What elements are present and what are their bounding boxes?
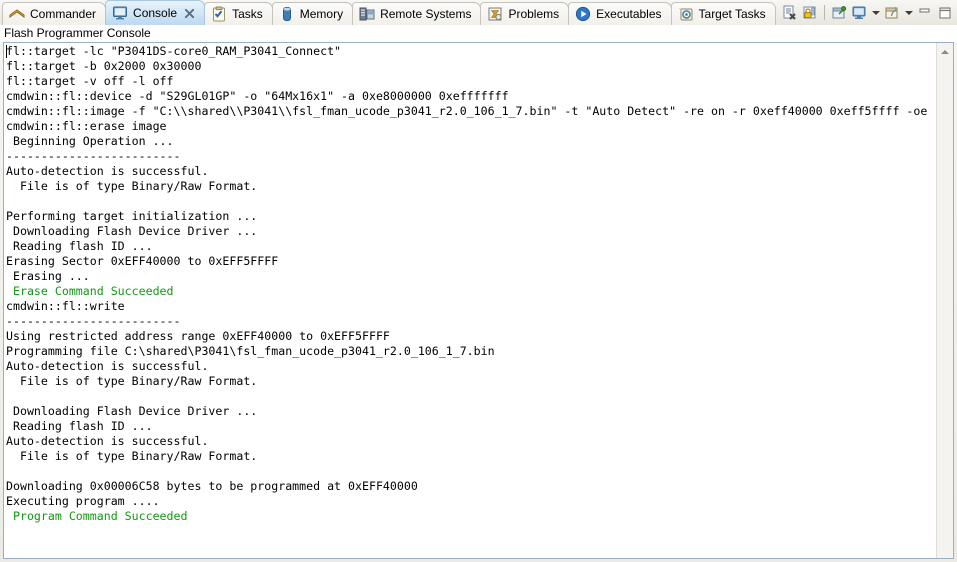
console-line: Auto-detection is successful. — [6, 164, 209, 178]
maximize-icon[interactable] — [935, 3, 955, 23]
tab-remote-systems[interactable]: Remote Systems — [352, 2, 482, 25]
tab-label: Target Tasks — [698, 7, 766, 21]
tab-label: Tasks — [232, 7, 263, 21]
console-line: Program Command Succeeded — [6, 509, 188, 523]
remote-systems-icon — [359, 6, 380, 22]
console-line: Reading flash ID ... — [6, 239, 153, 253]
pin-console-icon[interactable] — [829, 3, 849, 23]
console-line: cmdwin::fl::write — [6, 299, 125, 313]
scroll-track[interactable] — [937, 60, 953, 541]
console-frame: fl::target -lc "P3041DS-core0_RAM_P3041_… — [3, 42, 954, 559]
console-line: Erasing Sector 0xEFF40000 to 0xEFF5FFFF — [6, 254, 279, 268]
console-line: Downloading 0x00006C58 bytes to be progr… — [6, 479, 418, 493]
toolbar-separator — [824, 5, 825, 20]
tab-tasks[interactable]: Tasks — [204, 2, 273, 25]
console-output[interactable]: fl::target -lc "P3041DS-core0_RAM_P3041_… — [4, 43, 936, 558]
console-line: Erase Command Succeeded — [6, 284, 174, 298]
target-tasks-icon — [678, 6, 699, 22]
tab-console[interactable]: Console — [105, 0, 206, 25]
scroll-up-button[interactable] — [937, 43, 953, 60]
commander-icon — [9, 6, 30, 22]
console-line: cmdwin::fl::device -d "S29GL01GP" -o "64… — [6, 89, 509, 103]
console-line: Programming file C:\shared\P3041\fsl_fma… — [6, 344, 495, 358]
console-line: Erasing ... — [6, 269, 90, 283]
console-line: Performing target initialization ... — [6, 209, 258, 223]
minimize-icon[interactable] — [915, 3, 935, 23]
console-line: fl::target -v off -l off — [6, 74, 174, 88]
tab-label: Console — [133, 6, 178, 20]
problems-icon — [487, 6, 508, 22]
console-line: Reading flash ID ... — [6, 419, 153, 433]
console-line: Auto-detection is successful. — [6, 434, 209, 448]
console-line: ------------------------- — [6, 149, 181, 163]
console-line: Auto-detection is successful. — [6, 359, 209, 373]
view-title: Flash Programmer Console — [0, 25, 957, 42]
console-line: Beginning Operation ... — [6, 134, 174, 148]
display-console-icon[interactable] — [849, 3, 869, 23]
tab-label: Commander — [30, 7, 97, 21]
console-line: File is of type Binary/Raw Format. — [6, 374, 258, 388]
tab-problems[interactable]: Problems — [480, 2, 570, 25]
tab-memory[interactable]: Memory — [271, 2, 354, 25]
console-toolbar — [780, 2, 955, 23]
display-console-dropdown-icon[interactable] — [869, 3, 882, 23]
tab-commander[interactable]: Commander — [2, 2, 107, 25]
tasks-icon — [211, 6, 232, 22]
console-line: Executing program .... — [6, 494, 160, 508]
executables-icon — [575, 6, 596, 22]
console-line: fl::target -lc "P3041DS-core0_RAM_P3041_… — [6, 44, 342, 58]
console-line: Downloading Flash Device Driver ... — [6, 404, 258, 418]
console-line: cmdwin::fl::image -f "C:\\shared\\P3041\… — [6, 104, 928, 118]
tab-label: Executables — [596, 7, 662, 21]
vertical-scrollbar[interactable] — [936, 43, 953, 558]
console-line: Downloading Flash Device Driver ... — [6, 224, 258, 238]
tab-executables[interactable]: Executables — [568, 2, 672, 25]
tab-label: Memory — [299, 7, 344, 21]
scroll-lock-icon[interactable] — [800, 3, 820, 23]
console-icon — [112, 5, 133, 21]
console-line: File is of type Binary/Raw Format. — [6, 449, 258, 463]
console-line: fl::target -b 0x2000 0x30000 — [6, 59, 202, 73]
console-line: File is of type Binary/Raw Format. — [6, 179, 258, 193]
flash-programmer-console-window: Commander Console Tasks Memory Remote System… — [0, 0, 957, 562]
tab-target-tasks[interactable]: Target Tasks — [670, 2, 776, 25]
text-caret — [6, 45, 7, 58]
tab-close-icon[interactable] — [177, 8, 195, 19]
open-console-icon[interactable] — [882, 3, 902, 23]
open-console-dropdown-icon[interactable] — [902, 3, 915, 23]
memory-icon — [279, 6, 300, 22]
tab-label: Remote Systems — [380, 7, 472, 21]
view-tab-bar: Commander Console Tasks Memory Remote System… — [0, 0, 957, 25]
console-line: ------------------------- — [6, 314, 181, 328]
console-line: cmdwin::fl::erase image — [6, 119, 167, 133]
tab-label: Problems — [508, 7, 560, 21]
clear-console-icon[interactable] — [780, 3, 800, 23]
console-line: Using restricted address range 0xEFF4000… — [6, 329, 390, 343]
